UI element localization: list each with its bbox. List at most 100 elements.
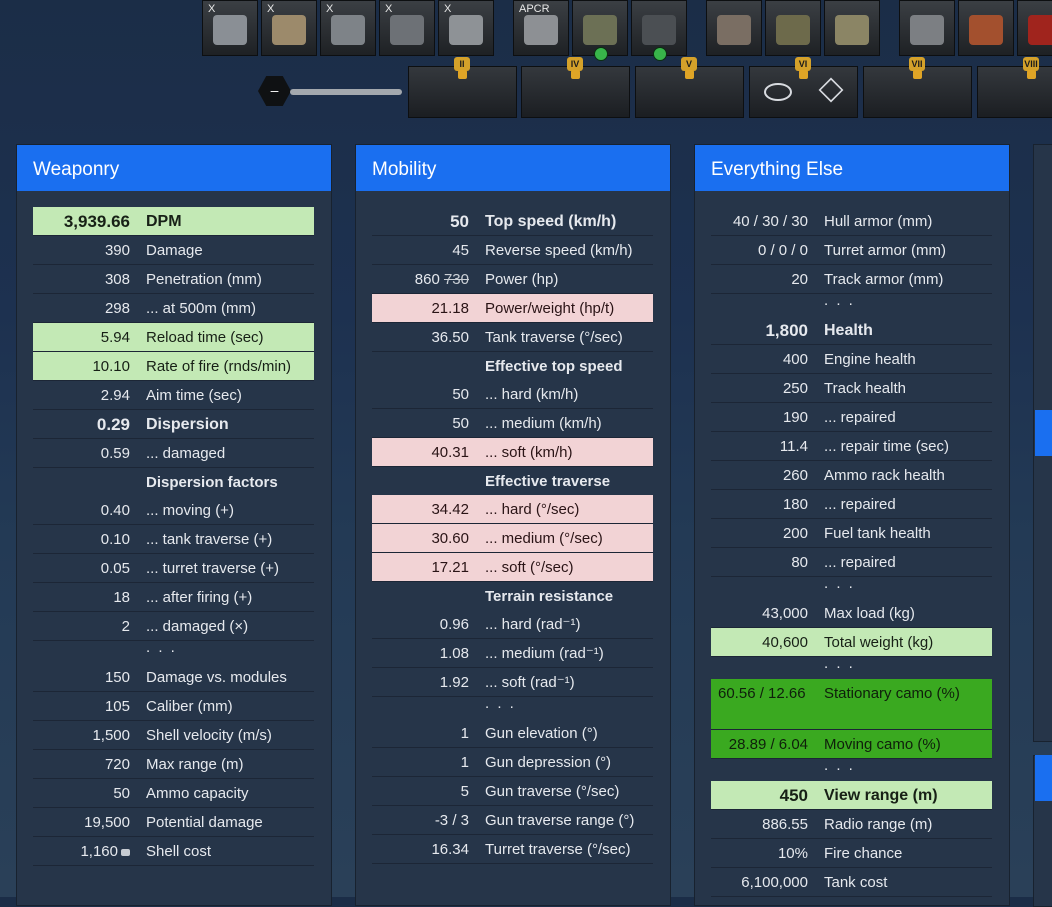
shell-slot[interactable]: APCR [513, 0, 569, 56]
stat-row: 50 Ammo capacity [33, 779, 314, 808]
stat-row: 50 ... hard (km/h) [372, 380, 653, 409]
stat-label: Ammo rack health [824, 467, 945, 484]
wheels-slot[interactable] [899, 0, 955, 56]
eye-icon[interactable] [764, 83, 792, 101]
tier-badge: VI [795, 57, 811, 71]
stat-value: 1.08 [439, 645, 469, 662]
cube-icon[interactable] [818, 77, 844, 103]
weaponry-rows: 3,939.66 DPM 390 Damage 308 Penetration (mm) 2… [33, 207, 314, 866]
stat-label: Hull armor (mm) [824, 213, 933, 230]
stat-label: Rate of fire (rnds/min) [146, 358, 292, 375]
stat-row: 190 ... repaired [711, 403, 992, 432]
tier-badge: VIII [1023, 57, 1039, 71]
stat-value: 2 [121, 618, 130, 635]
stat-value: 40 / 30 / 30 [732, 213, 808, 230]
gun-module-icon [213, 15, 247, 45]
stat-row: 21.18 Power/weight (hp/t) [372, 294, 653, 323]
ammo-box-slot[interactable] [572, 0, 628, 61]
stat-label: Shell velocity (m/s) [146, 727, 272, 744]
stat-label: Dispersion factors [146, 474, 278, 491]
slot-label: X [385, 3, 393, 15]
stat-label: Ammo capacity [146, 785, 249, 802]
tank-badge-icon [642, 15, 676, 45]
stat-row: 40,600 Total weight (kg) [711, 628, 992, 657]
lock-icon [685, 70, 694, 79]
stat-row: 1,160 Shell cost [33, 837, 314, 866]
stat-value: 50 [450, 212, 469, 231]
stat-label: Fuel tank health [824, 525, 931, 542]
stat-label: Reload time (sec) [146, 329, 264, 346]
engine-module-slot[interactable]: X [320, 0, 376, 56]
stat-row: 34.42 ... hard (°/sec) [372, 495, 653, 524]
tracks-module-slot[interactable]: X [379, 0, 435, 56]
lock-icon [799, 70, 808, 79]
stat-value: 0 / 0 / 0 [757, 242, 808, 259]
stat-label: Terrain resistance [485, 588, 614, 605]
stat-row: 1,800 Health [711, 316, 992, 345]
gun-module-slot[interactable]: X [202, 0, 258, 56]
stat-label: ... repaired [824, 409, 896, 426]
rammer-slot[interactable] [706, 0, 762, 56]
stat-value: 0.40 [100, 502, 130, 519]
stat-label: Stationary camo (%) [824, 685, 960, 702]
stat-row: 0.05 ... turret traverse (+) [33, 554, 314, 583]
medkit-slot[interactable] [958, 0, 1014, 56]
tank-badge-slot[interactable] [631, 0, 687, 61]
stat-label: ... at 500m (mm) [146, 300, 257, 317]
stat-row: 390 Damage [33, 236, 314, 265]
turret-module-slot[interactable]: X [261, 0, 317, 56]
tier-badge: VII [909, 57, 925, 71]
stat-label: Caliber (mm) [146, 698, 233, 715]
radio-module-slot[interactable]: X [438, 0, 494, 56]
stat-value: 1,800 [765, 321, 808, 340]
slot-label: X [267, 3, 275, 15]
stat-row: 150 Damage vs. modules [33, 663, 314, 692]
stat-label: Track health [824, 380, 906, 397]
stat-value: 16.34 [431, 841, 469, 858]
divider: . . . [33, 640, 314, 663]
tracks-module-icon [390, 15, 424, 45]
slot-label: X [208, 3, 216, 15]
stat-value: 17.21 [431, 559, 469, 576]
stat-label: ... after firing (+) [146, 589, 253, 606]
stat-label: Top speed (km/h) [485, 213, 617, 230]
stat-value: 34.42 [431, 501, 469, 518]
stat-label: ... medium (rad⁻¹) [485, 645, 604, 662]
shell-icon [524, 15, 558, 45]
slot-label: X [444, 3, 452, 15]
stat-label: Gun elevation (°) [485, 725, 598, 742]
slider-knob[interactable]: – [258, 76, 291, 106]
stat-label: Max range (m) [146, 756, 244, 773]
stat-value: 60.56 / 12.66 [718, 685, 806, 702]
lock-icon [571, 70, 580, 79]
stat-label: ... damaged (×) [146, 618, 249, 635]
stat-label: Gun traverse (°/sec) [485, 783, 620, 800]
stat-label: Shell cost [146, 843, 212, 860]
vent-slot[interactable] [824, 0, 880, 56]
stat-label: ... hard (rad⁻¹) [485, 616, 581, 633]
stat-value: 720 [104, 756, 130, 773]
stat-value: 43,000 [762, 605, 808, 622]
stat-value: 3,939.66 [63, 212, 130, 231]
camo-net-slot[interactable] [765, 0, 821, 56]
stat-row: 298 ... at 500m (mm) [33, 294, 314, 323]
stat-row: 40 / 30 / 30 Hull armor (mm) [711, 207, 992, 236]
extra-slot-icon [1028, 15, 1052, 45]
stat-row: 0.96 ... hard (rad⁻¹) [372, 610, 653, 639]
camo-net-icon [776, 15, 810, 45]
stat-value: 390 [104, 242, 130, 259]
slider-track[interactable] [290, 89, 402, 95]
stat-value: -3 / 3 [434, 812, 469, 829]
upgrade-group-viii[interactable] [977, 66, 1052, 118]
stat-label: Effective top speed [485, 358, 623, 375]
mobility-panel: Mobility 50 Top speed (km/h) 45 Reverse spe… [355, 144, 671, 906]
everything-else-title: Everything Else [695, 145, 1009, 191]
stat-value: 45 [452, 242, 469, 259]
radio-module-icon [449, 15, 483, 45]
stat-row: 36.50 Tank traverse (°/sec) [372, 323, 653, 352]
stat-label: ... medium (km/h) [485, 415, 602, 432]
stat-label: ... medium (°/sec) [485, 530, 603, 547]
extra-slot-slot[interactable] [1017, 0, 1052, 56]
stat-row: 45 Reverse speed (km/h) [372, 236, 653, 265]
stat-row: 105 Caliber (mm) [33, 692, 314, 721]
